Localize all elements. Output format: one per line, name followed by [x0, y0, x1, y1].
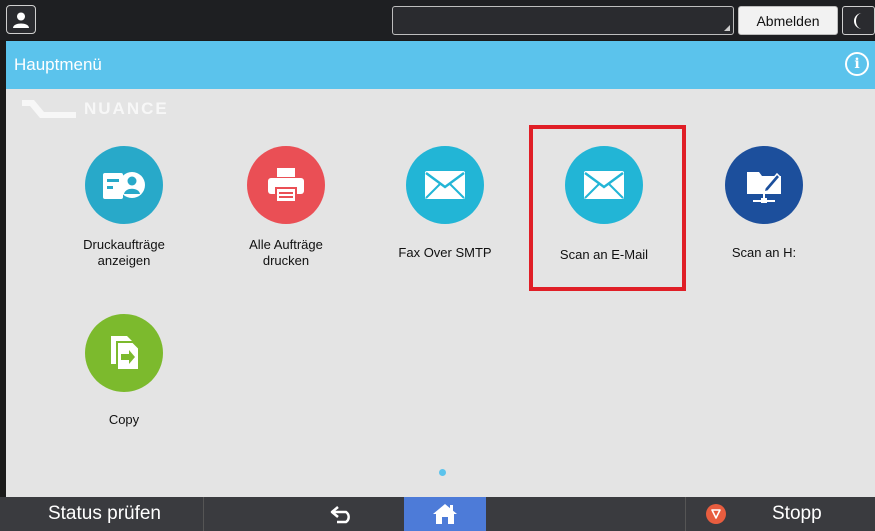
print-jobs-icon: [103, 172, 145, 199]
copy-icon: [111, 336, 140, 371]
tile-scan-h-label: Scan an H:: [731, 245, 797, 260]
tile-copy-circle: [85, 314, 163, 392]
user-icon: [13, 12, 29, 28]
tile-scan-to-h[interactable]: Scan an H:: [689, 146, 839, 261]
home-icon: [433, 504, 457, 524]
stop-icon: [706, 504, 726, 524]
tile-scan-h-circle: [725, 146, 803, 224]
page-indicator-dot: [439, 469, 446, 476]
bottom-bar: Status prüfen Stopp: [0, 497, 875, 531]
user-button[interactable]: [6, 5, 36, 34]
envelope-icon: [425, 171, 465, 199]
nuance-logo-icon: [22, 100, 76, 118]
tile-copy-label: Copy: [108, 412, 140, 427]
logout-button[interactable]: Abmelden: [738, 6, 838, 35]
back-button[interactable]: [300, 497, 384, 531]
tile-print-jobs-circle: [85, 146, 163, 224]
top-input-field[interactable]: [392, 6, 734, 35]
stop-label: Stopp: [772, 503, 822, 524]
main-menu-header: Hauptmenü i: [6, 41, 875, 89]
network-folder-icon: [747, 172, 782, 203]
check-status-button[interactable]: Status prüfen: [6, 497, 204, 531]
tile-fax-circle: [406, 146, 484, 224]
energy-saver-button[interactable]: [842, 6, 875, 35]
stop-button[interactable]: Stopp: [685, 497, 875, 531]
tile-print-jobs-label: Druckaufträge anzeigen: [83, 237, 165, 268]
home-button[interactable]: [404, 497, 486, 531]
selection-highlight-box: [529, 125, 686, 291]
tile-fax-label: Fax Over SMTP: [398, 245, 492, 260]
tile-print-all-label: Alle Aufträge drucken: [249, 237, 323, 268]
top-bar: Abmelden: [0, 0, 875, 40]
moon-icon: [853, 12, 862, 29]
resize-grip-icon: [724, 25, 730, 31]
info-icon[interactable]: i: [845, 52, 869, 76]
tile-copy[interactable]: Copy: [49, 314, 199, 428]
tile-print-jobs[interactable]: Druckaufträge anzeigen: [49, 146, 199, 269]
main-menu-area: NUANCE Druckaufträge anzeigen Alle Auftr…: [6, 89, 875, 497]
tile-print-all-circle: [247, 146, 325, 224]
nuance-logo: NUANCE: [20, 96, 169, 122]
tile-fax-over-smtp[interactable]: Fax Over SMTP: [370, 146, 520, 261]
back-arrow-icon: [330, 506, 350, 524]
page-title: Hauptmenü: [14, 55, 102, 74]
printer-icon: [268, 168, 304, 203]
tile-print-all[interactable]: Alle Aufträge drucken: [211, 146, 361, 269]
logo-text: NUANCE: [84, 99, 169, 118]
